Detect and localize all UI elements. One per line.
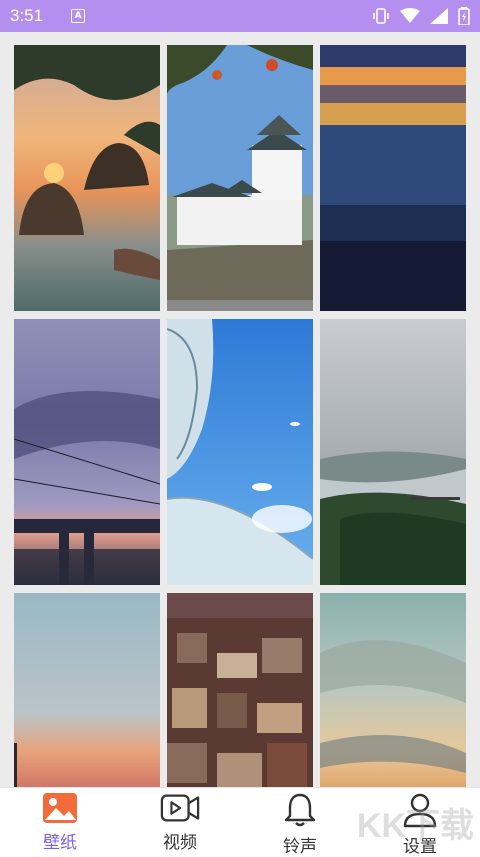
wallpaper-tile-sunset-rocks[interactable]	[14, 45, 160, 311]
tab-wallpaper[interactable]: 壁纸	[0, 788, 120, 853]
tab-video[interactable]: 视频	[120, 788, 240, 853]
tab-ringtone[interactable]: 铃声	[240, 788, 360, 857]
battery-icon	[458, 7, 470, 25]
wallpaper-tile-anime-sky[interactable]	[167, 319, 313, 585]
wallpaper-tile-pier-sunset[interactable]	[14, 593, 160, 787]
wallpaper-tile-cloud-sunset[interactable]	[320, 593, 466, 787]
bell-icon	[280, 792, 320, 828]
wallpaper-grid	[0, 32, 480, 787]
wallpaper-tile-river-valley[interactable]	[320, 319, 466, 585]
wallpaper-tile-japanese-castle[interactable]	[167, 45, 313, 311]
tab-video-label: 视频	[163, 833, 197, 853]
image-icon	[40, 792, 80, 824]
tab-wallpaper-label: 壁纸	[43, 833, 77, 853]
wifi-icon	[400, 8, 420, 23]
status-icons	[372, 7, 470, 25]
vibrate-icon	[373, 8, 389, 24]
person-icon	[400, 792, 440, 828]
status-time: 3:51	[10, 6, 44, 25]
signal-icon	[430, 8, 448, 24]
tab-settings-label: 设置	[403, 837, 437, 857]
wallpaper-tile-old-town[interactable]	[167, 593, 313, 787]
tab-settings[interactable]: 设置	[360, 788, 480, 857]
notification-icon: A	[71, 9, 86, 23]
video-icon	[160, 792, 200, 824]
bottom-tab-bar: 壁纸 视频 铃声 设置	[0, 787, 480, 857]
wallpaper-tile-bridge-sky[interactable]	[14, 319, 160, 585]
wallpaper-tile-dusk-horizon[interactable]	[320, 45, 466, 311]
status-bar: 3:51 A	[0, 0, 480, 32]
tab-ringtone-label: 铃声	[283, 837, 317, 857]
